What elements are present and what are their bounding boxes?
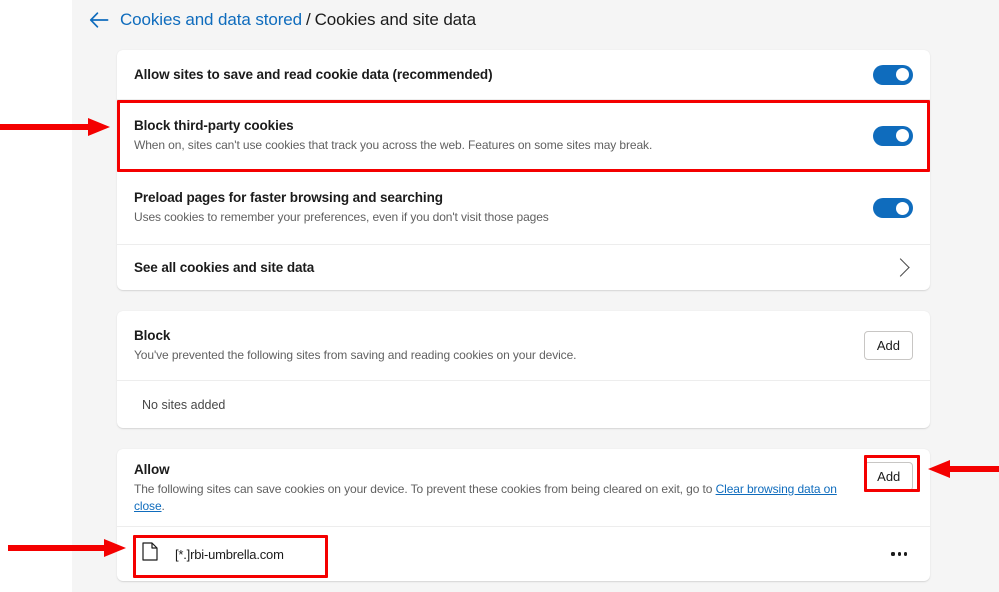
allow-site-name: [*.]rbi-umbrella.com (175, 546, 284, 562)
allow-description-text-2: . (161, 499, 165, 513)
block-text-group: Block You've prevented the following sit… (134, 328, 588, 364)
allow-section-title: Allow (134, 462, 170, 477)
setting-text-group: Preload pages for faster browsing and se… (134, 190, 549, 226)
block-add-button[interactable]: Add (863, 331, 913, 360)
setting-description: When on, sites can't use cookies that tr… (134, 137, 653, 152)
setting-title: Block third-party cookies (134, 117, 294, 133)
toggle-block-third-party[interactable] (873, 125, 913, 146)
chevron-right-icon (891, 258, 910, 277)
toggle-preload-pages[interactable] (873, 198, 913, 218)
block-section-header: Block You've prevented the following sit… (117, 311, 930, 380)
setting-row-block-third-party: Block third-party cookies When on, sites… (117, 99, 930, 171)
dot (903, 552, 907, 556)
setting-row-preload-pages: Preload pages for faster browsing and se… (117, 171, 930, 244)
setting-text-group: Block third-party cookies When on, sites… (134, 118, 652, 154)
breadcrumb: Cookies and data stored / Cookies and si… (72, 0, 999, 40)
toggle-knob (896, 68, 909, 81)
breadcrumb-current-page: Cookies and site data (314, 10, 477, 29)
allow-list-card: Allow The following sites can save cooki… (117, 449, 930, 581)
allow-section-header: Allow The following sites can save cooki… (117, 449, 930, 526)
see-all-cookies-row[interactable]: See all cookies and site data (117, 244, 930, 290)
setting-description: Uses cookies to remember your preference… (134, 210, 549, 224)
dot (897, 552, 901, 556)
settings-page: Cookies and data stored / Cookies and si… (0, 0, 999, 592)
allow-site-row[interactable]: [*.]rbi-umbrella.com (117, 526, 930, 581)
allow-section-description: The following sites can save cookies on … (134, 481, 852, 515)
allow-description-text-1: The following sites can save cookies on … (134, 482, 716, 496)
breadcrumb-separator: / (306, 10, 311, 29)
toggle-knob (896, 201, 909, 215)
toggle-knob (896, 129, 909, 142)
setting-text-group: Allow sites to save and read cookie data… (134, 67, 493, 82)
setting-title: Allow sites to save and read cookie data… (134, 67, 493, 82)
block-list-card: Block You've prevented the following sit… (117, 311, 930, 428)
setting-row-allow-cookies: Allow sites to save and read cookie data… (117, 50, 930, 99)
block-section-description: You've prevented the following sites fro… (134, 347, 577, 362)
allow-site-left-group: [*.]rbi-umbrella.com (142, 542, 284, 566)
more-options-icon[interactable] (885, 546, 913, 561)
dot (891, 552, 895, 556)
setting-title: Preload pages for faster browsing and se… (134, 190, 443, 205)
cookie-settings-card: Allow sites to save and read cookie data… (117, 50, 930, 290)
block-empty-state: No sites added (117, 380, 930, 428)
breadcrumb-parent-link[interactable]: Cookies and data stored (120, 10, 302, 30)
document-icon (142, 542, 158, 566)
toggle-allow-cookies[interactable] (873, 64, 913, 85)
block-section-title: Block (134, 327, 171, 343)
back-arrow-icon[interactable] (87, 8, 111, 32)
allow-text-group: Allow The following sites can save cooki… (134, 462, 864, 515)
see-all-cookies-label: See all cookies and site data (134, 260, 315, 275)
allow-add-button[interactable]: Add (864, 462, 913, 491)
